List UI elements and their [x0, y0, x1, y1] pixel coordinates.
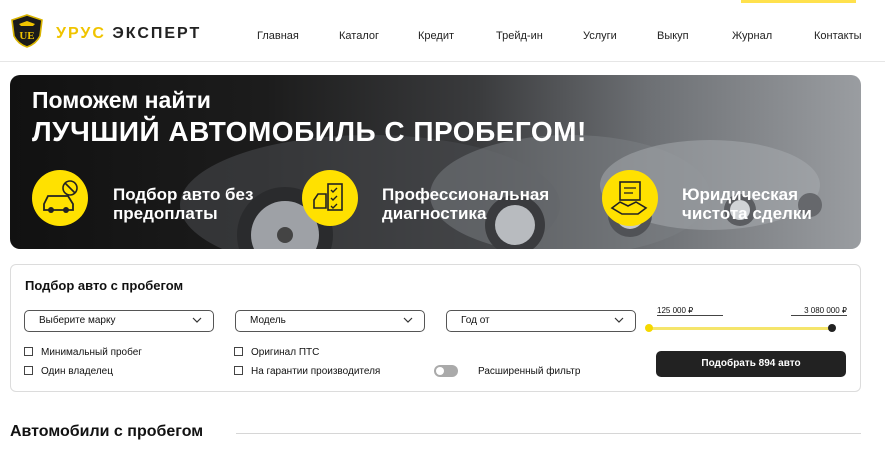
year-select[interactable]: Год от: [446, 310, 636, 332]
filter-title: Подбор авто с пробегом: [25, 278, 184, 293]
year-select-value: Год от: [461, 315, 490, 326]
main-nav: Главная Каталог Кредит Трейд-ин Услуги В…: [0, 30, 885, 44]
model-select[interactable]: Модель: [235, 310, 425, 332]
checkbox-one-owner[interactable]: Один владелец: [24, 366, 113, 377]
feature-diagnostics-text: Профессиональная диагностика: [382, 185, 550, 223]
nav-item-contacts[interactable]: Контакты: [814, 30, 862, 42]
price-slider-min-handle[interactable]: [645, 324, 653, 332]
checkbox-box[interactable]: [24, 347, 33, 356]
nav-item-credit[interactable]: Кредит: [418, 30, 454, 42]
hero-subtitle: Поможем найти: [32, 87, 211, 113]
chevron-down-icon: [403, 317, 413, 323]
section-divider: [236, 433, 861, 434]
checkbox-label: Оригинал ПТС: [251, 347, 320, 358]
checkbox-original-pts[interactable]: Оригинал ПТС: [234, 347, 319, 358]
checkbox-min-mileage[interactable]: Минимальный пробег: [24, 347, 142, 358]
nav-item-home[interactable]: Главная: [257, 30, 299, 42]
price-slider-track: [648, 327, 833, 330]
hero-title: ЛУЧШИЙ АВТОМОБИЛЬ С ПРОБЕГОМ!: [32, 116, 587, 147]
chevron-down-icon: [192, 317, 202, 323]
checkbox-box[interactable]: [24, 366, 33, 375]
nav-item-services[interactable]: Услуги: [583, 30, 617, 42]
checkbox-label: На гарантии производителя: [251, 366, 381, 377]
nav-item-catalog[interactable]: Каталог: [339, 30, 379, 42]
diagnostics-checklist-icon: [302, 170, 358, 226]
nav-item-trade-in[interactable]: Трейд-ин: [496, 30, 543, 42]
chevron-down-icon: [614, 317, 624, 323]
checkbox-label: Один владелец: [41, 366, 113, 377]
hero-banner[interactable]: Поможем найти ЛУЧШИЙ АВТОМОБИЛЬ С ПРОБЕГ…: [10, 75, 861, 249]
feature-legal-text: Юридическая чистота сделки: [682, 185, 812, 223]
section-title: Автомобили с пробегом: [10, 423, 204, 440]
checkbox-label: Минимальный пробег: [41, 347, 142, 358]
nav-item-buyout[interactable]: Выкуп: [657, 30, 689, 42]
brand-select-value: Выберите марку: [39, 315, 116, 326]
checkbox-box[interactable]: [234, 347, 243, 356]
site-header: UE УРУС ЭКСПЕРТ Главная Каталог Кредит Т…: [0, 0, 885, 62]
model-select-value: Модель: [250, 315, 286, 326]
price-max-value[interactable]: 3 080 000 ₽: [791, 306, 847, 316]
checkbox-box[interactable]: [234, 366, 243, 375]
legal-handshake-icon: [602, 170, 658, 226]
price-min-value[interactable]: 125 000 ₽: [657, 306, 723, 316]
price-slider-max-handle[interactable]: [828, 324, 836, 332]
price-range-slider[interactable]: [645, 324, 836, 332]
toggle-knob: [436, 367, 444, 375]
extended-filter-label[interactable]: Расширенный фильтр: [478, 366, 580, 377]
checkbox-warranty[interactable]: На гарантии производителя: [234, 366, 380, 377]
brand-select[interactable]: Выберите марку: [24, 310, 214, 332]
submit-search-button[interactable]: Подобрать 894 авто: [656, 351, 846, 377]
feature-prepay-text: Подбор авто без предоплаты: [113, 185, 254, 223]
car-no-money-icon: [32, 170, 88, 226]
nav-item-journal[interactable]: Журнал: [732, 30, 772, 42]
extended-filter-toggle[interactable]: [434, 365, 458, 377]
